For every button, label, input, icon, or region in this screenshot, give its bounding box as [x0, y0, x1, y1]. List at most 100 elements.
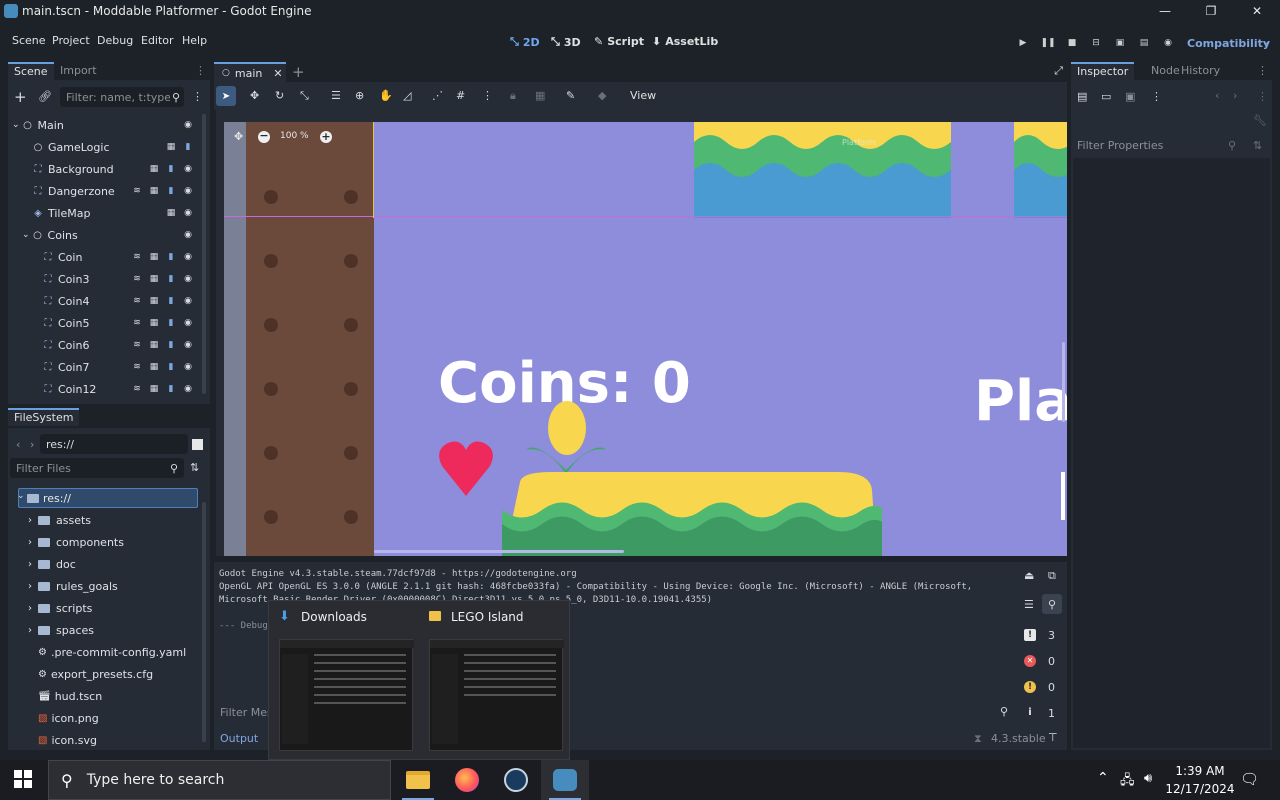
zoom-out-icon[interactable]: −	[258, 130, 270, 143]
fs-root-row[interactable]: ⌄ res://	[17, 488, 198, 508]
close-tab-icon[interactable]: ✕	[273, 67, 282, 80]
visibility-eye-icon[interactable]: ◉	[182, 295, 194, 307]
lock-icon[interactable]: 🔒︎	[510, 89, 516, 103]
wrench-icon[interactable]: 🔧︎	[1253, 114, 1267, 127]
clapper-icon[interactable]: ▦	[148, 273, 160, 285]
visibility-eye-icon[interactable]: ◉	[182, 119, 194, 131]
script-icon[interactable]: ▮	[165, 339, 177, 351]
fs-folder-row[interactable]: › assets	[28, 509, 208, 531]
menu-editor[interactable]: Editor	[141, 34, 174, 47]
script-icon[interactable]: ▮	[165, 383, 177, 395]
viewport-h-scrollbar[interactable]	[374, 550, 624, 553]
file-filter-input[interactable]: Filter Files ⚲	[10, 458, 184, 478]
open-folder-icon[interactable]: ▭	[1101, 90, 1111, 103]
fs-folder-row[interactable]: › scripts	[28, 597, 208, 619]
copy-output-icon[interactable]: ⧉	[1048, 569, 1056, 583]
clear-output-icon[interactable]: ⏏	[1024, 569, 1034, 582]
add-scene-tab-icon[interactable]: +	[292, 63, 305, 81]
scene-tree-node[interactable]: ⛶ Coin6 ≋ ▦ ▮ ◉	[32, 334, 200, 356]
new-resource-icon[interactable]: ▤	[1077, 90, 1087, 103]
move-tool-icon[interactable]: ✥	[250, 89, 259, 102]
clock-time[interactable]: 1:39 AM	[1172, 764, 1228, 778]
property-filter-input[interactable]: Filter Properties	[1073, 136, 1250, 154]
history-forward-icon[interactable]: ›	[1233, 89, 1237, 102]
back-icon[interactable]: ‹	[16, 438, 20, 451]
renderer-select[interactable]: Compatibility	[1187, 37, 1270, 50]
stop-icon[interactable]: ■	[1065, 36, 1079, 50]
fs-file-row[interactable]: ⚙ .pre-commit-config.yaml	[28, 641, 208, 663]
close-button[interactable]: ✕	[1234, 0, 1280, 22]
tray-chevron-up-icon[interactable]: ⌃	[1097, 770, 1109, 786]
filter-toggle-icon[interactable]: ⚲	[1042, 594, 1062, 614]
godot-taskbar-icon[interactable]	[541, 760, 589, 800]
pan-tool-icon[interactable]: ✋	[379, 89, 393, 102]
chevron-right-icon[interactable]: ›	[28, 625, 32, 636]
message-count-toggle[interactable]: ! 3	[1020, 625, 1064, 645]
scene-tree-node[interactable]: ○ GameLogic ▦ ▮	[22, 136, 200, 158]
script-icon[interactable]: ▮	[165, 295, 177, 307]
view-menu[interactable]: View	[630, 89, 656, 102]
clapper-icon[interactable]: ▦	[148, 383, 160, 395]
expand-arrow-icon[interactable]: ⌄	[22, 230, 30, 240]
scene-tree-node[interactable]: ⛶ Coin3 ≋ ▦ ▮ ◉	[32, 268, 200, 290]
clapper-icon[interactable]: ▦	[148, 185, 160, 197]
clapper-icon[interactable]: ▦	[148, 295, 160, 307]
scene-tree-node[interactable]: ⌄ ○ Coins ◉	[22, 224, 200, 246]
remote-debug-icon[interactable]: ⊟	[1089, 36, 1103, 50]
minimize-button[interactable]: —	[1142, 0, 1188, 22]
visibility-eye-icon[interactable]: ◉	[182, 229, 194, 241]
visibility-eye-icon[interactable]: ◉	[182, 361, 194, 373]
menu-help[interactable]: Help	[182, 34, 207, 47]
center-view-icon[interactable]: ✥	[234, 130, 243, 143]
script-icon[interactable]: ▮	[165, 251, 177, 263]
clock-date[interactable]: 12/17/2024	[1162, 782, 1238, 796]
add-node-icon[interactable]: +	[14, 88, 27, 106]
script-icon[interactable]: ▮	[165, 361, 177, 373]
menu-scene[interactable]: Scene	[12, 34, 46, 47]
menu-project[interactable]: Project	[52, 34, 90, 47]
visibility-eye-icon[interactable]: ◉	[182, 339, 194, 351]
tab-output[interactable]: Output	[220, 732, 258, 745]
script-icon[interactable]: ▮	[165, 317, 177, 329]
script-icon[interactable]: ▮	[165, 273, 177, 285]
fs-folder-row[interactable]: › rules_goals	[28, 575, 208, 597]
taskbar-search-box[interactable]: ⚲ Type here to search	[48, 760, 391, 800]
scene-scrollbar[interactable]	[202, 114, 206, 394]
menu-debug[interactable]: Debug	[97, 34, 133, 47]
scene-tree-node[interactable]: ⛶ Coin4 ≋ ▦ ▮ ◉	[32, 290, 200, 312]
pause-icon[interactable]: ❚❚	[1040, 36, 1055, 50]
tab-scene[interactable]: Scene	[8, 62, 54, 80]
workspace-2d-button[interactable]: ⤡ 2D	[510, 35, 540, 49]
script-icon[interactable]: ▮	[165, 185, 177, 197]
scene-tab-main[interactable]: ○ main ✕	[214, 62, 286, 82]
viewport-v-scrollbar[interactable]	[1062, 342, 1065, 422]
visibility-eye-icon[interactable]: ◉	[182, 317, 194, 329]
clapper-icon[interactable]: ▦	[148, 339, 160, 351]
visibility-eye-icon[interactable]: ◉	[182, 185, 194, 197]
zoom-level[interactable]: 100 %	[280, 131, 309, 141]
select-tool-icon[interactable]: ➤	[216, 86, 236, 106]
tab-history[interactable]: History	[1175, 62, 1226, 80]
scene-filter-input[interactable]: Filter: name, t:type, g: ⚲	[60, 87, 184, 107]
dock-menu-icon[interactable]: ⋮	[195, 64, 206, 77]
scene-tree-node[interactable]: ◈ TileMap ▦ ◉	[22, 202, 200, 224]
toggle-split-icon[interactable]	[192, 439, 203, 450]
thumbnail-downloads[interactable]: ⬇ Downloads	[277, 609, 421, 755]
fs-folder-row[interactable]: › spaces	[28, 619, 208, 641]
chevron-right-icon[interactable]: ›	[28, 581, 32, 592]
network-icon[interactable]: 🖧︎	[1120, 771, 1135, 793]
fs-file-row[interactable]: 🎬︎ hud.tscn	[28, 685, 208, 707]
visibility-eye-icon[interactable]: ◉	[182, 251, 194, 263]
rotate-tool-icon[interactable]: ↻	[275, 89, 284, 102]
scene-tree-node[interactable]: ⛶ Dangerzone ≋ ▦ ▮ ◉	[22, 180, 200, 202]
steam-taskbar-icon[interactable]	[492, 760, 540, 800]
clapper-icon[interactable]: ▦	[148, 163, 160, 175]
object-history-icon[interactable]: ⋮	[1257, 90, 1268, 103]
pivot-icon[interactable]: ⊕	[355, 89, 364, 102]
expand-arrow-icon[interactable]: ⌄	[12, 120, 20, 130]
group-icon[interactable]: ▦	[535, 89, 545, 102]
clapper-icon[interactable]: ▦	[148, 251, 160, 263]
scene-tree-node[interactable]: ⛶ Coin ≋ ▦ ▮ ◉	[32, 246, 200, 268]
visibility-eye-icon[interactable]: ◉	[182, 383, 194, 395]
link-icon[interactable]: 🔗︎	[38, 90, 52, 103]
